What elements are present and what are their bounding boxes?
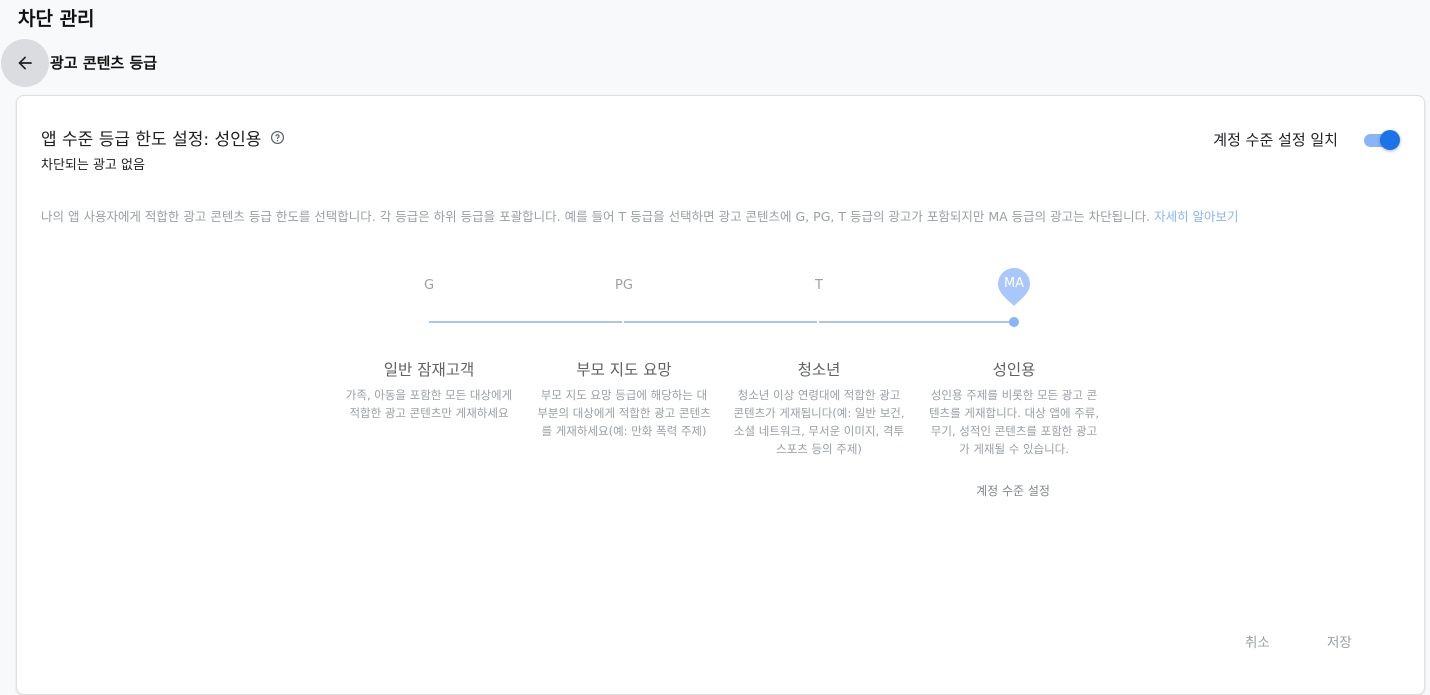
- selected-level-label: MA: [1003, 276, 1025, 291]
- learn-more-link[interactable]: 자세히 알아보기: [1154, 209, 1238, 224]
- slider-handle[interactable]: [1009, 317, 1019, 327]
- account-level-note: 계정 수준 설정: [976, 484, 1050, 498]
- account-level-toggle-row: 계정 수준 설정 일치: [1213, 129, 1400, 150]
- help-icon[interactable]: [270, 130, 285, 145]
- toggle-thumb: [1380, 129, 1400, 150]
- page-title: 차단 관리: [18, 8, 95, 30]
- level-ma: 성인용 성인용 주제를 비롯한 모든 광고 콘텐츠를 게재합니다. 대상 앱에 …: [926, 358, 1102, 458]
- cancel-button[interactable]: 취소: [1245, 631, 1270, 651]
- level-description: 부모 지도 요망 등급에 해당하는 대부분의 대상에게 적합한 광고 콘텐츠를 …: [537, 388, 711, 438]
- slider-tick: [622, 319, 624, 325]
- level-abbr-g[interactable]: G: [409, 278, 449, 293]
- save-button[interactable]: 저장: [1327, 631, 1352, 651]
- level-name: 성인용: [992, 361, 1036, 379]
- level-abbr-pg[interactable]: PG: [604, 278, 644, 293]
- level-t: 청소년 청소년 이상 연령대에 적합한 광고 콘텐츠가 게재됩니다(예: 일반 …: [731, 358, 907, 458]
- slider-tick: [817, 319, 819, 325]
- level-name: 청소년: [797, 361, 841, 379]
- match-account-level-toggle[interactable]: [1362, 129, 1400, 150]
- level-description: 청소년 이상 연령대에 적합한 광고 콘텐츠가 게재됩니다(예: 일반 보건, …: [733, 388, 905, 456]
- content-rating-card: 앱 수준 등급 한도 설정: 성인용 차단되는 광고 없음 계정 수준 설정 일…: [16, 95, 1425, 695]
- toggle-label: 계정 수준 설정 일치: [1213, 131, 1338, 149]
- level-pg: 부모 지도 요망 부모 지도 요망 등급에 해당하는 대부분의 대상에게 적합한…: [536, 358, 712, 440]
- rating-slider-track[interactable]: [429, 321, 1014, 323]
- level-abbr-t[interactable]: T: [799, 278, 839, 293]
- description-text: 나의 앱 사용자에게 적합한 광고 콘텐츠 등급 한도를 선택합니다. 각 등급…: [41, 206, 1239, 225]
- arrow-back-icon: [18, 56, 32, 70]
- blocked-ads-status: 차단되는 광고 없음: [41, 158, 145, 173]
- level-description: 가족, 아동을 포함한 모든 대상에게 적합한 광고 콘텐츠만 게재하세요: [345, 388, 513, 420]
- card-title: 앱 수준 등급 한도 설정: 성인용: [41, 130, 262, 150]
- level-name: 일반 잠재고객: [383, 361, 475, 379]
- description-body: 나의 앱 사용자에게 적합한 광고 콘텐츠 등급 한도를 선택합니다. 각 등급…: [41, 209, 1151, 224]
- back-button[interactable]: [1, 39, 49, 87]
- level-description: 성인용 주제를 비롯한 모든 광고 콘텐츠를 게재합니다. 대상 앱에 주류, …: [928, 388, 1100, 456]
- level-name: 부모 지도 요망: [576, 361, 672, 379]
- level-g: 일반 잠재고객 가족, 아동을 포함한 모든 대상에게 적합한 광고 콘텐츠만 …: [341, 358, 517, 422]
- sub-title: 광고 콘텐츠 등급: [50, 54, 158, 72]
- card-title-row: 앱 수준 등급 한도 설정: 성인용: [41, 125, 285, 150]
